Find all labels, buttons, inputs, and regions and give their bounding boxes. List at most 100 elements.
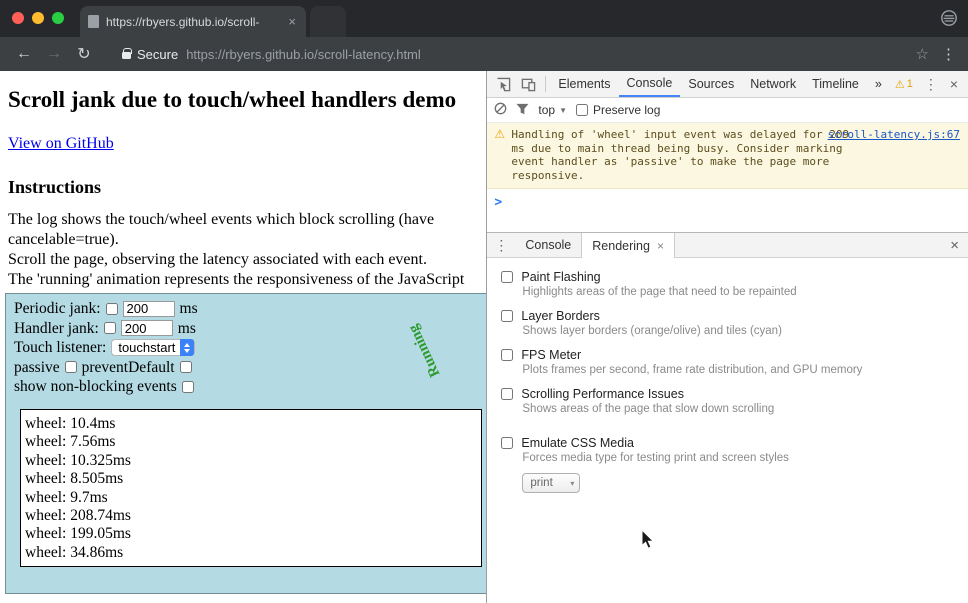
nonblocking-checkbox[interactable] [182,381,194,393]
handler-jank-checkbox[interactable] [104,322,116,334]
tab-sources[interactable]: Sources [680,71,742,97]
device-toolbar-icon[interactable] [516,71,541,97]
browser-window: https://rbyers.github.io/scroll- × ← → ↻… [0,0,968,603]
page-title: Scroll jank due to touch/wheel handlers … [8,87,478,113]
media-type-select[interactable]: print ▾ [522,473,580,493]
rendering-option: Paint Flashing Highlights areas of the p… [501,270,968,298]
paragraph-line: The 'running' animation represents the r… [8,271,464,288]
emulate-css-media-checkbox[interactable] [501,437,513,449]
devtools-close-icon[interactable]: × [944,71,964,97]
github-link[interactable]: View on GitHub [8,135,114,153]
browser-tab[interactable]: https://rbyers.github.io/scroll- × [80,6,306,37]
scrolling-performance-checkbox[interactable] [501,388,513,400]
handler-jank-input[interactable] [121,320,173,336]
preventdefault-checkbox[interactable] [180,361,192,373]
touch-listener-value: touchstart [118,340,175,355]
back-icon[interactable]: ← [12,45,36,63]
reload-icon[interactable]: ↻ [72,44,96,64]
clear-console-icon[interactable] [494,102,507,118]
forward-icon[interactable]: → [42,45,66,63]
log-line: wheel: 8.505ms [25,470,477,488]
touch-listener-select[interactable]: touchstart [111,339,195,356]
inspect-element-icon[interactable] [491,71,516,97]
option-title: FPS Meter [521,348,581,362]
url-text[interactable]: https://rbyers.github.io/scroll-latency.… [186,47,421,62]
periodic-jank-unit: ms [180,299,198,319]
passive-checkbox[interactable] [65,361,77,373]
paint-flashing-checkbox[interactable] [501,271,513,283]
execution-context-select[interactable]: top ▼ [538,103,567,117]
warning-count-badge[interactable]: ⚠ 1 [890,71,918,97]
warning-triangle-icon: ⚠ [895,78,905,91]
handler-jank-unit: ms [178,319,196,339]
periodic-jank-input[interactable] [123,301,175,317]
page-favicon-icon [88,15,99,28]
mac-fullscreen-button[interactable] [52,12,64,24]
touch-listener-label: Touch listener: [14,338,106,358]
option-title: Paint Flashing [521,270,600,284]
console-prompt[interactable]: > [487,189,968,232]
mouse-cursor-icon [641,529,655,555]
preserve-log-control: Preserve log [576,103,660,117]
tab-timeline[interactable]: Timeline [804,71,867,97]
address-bar: ← → ↻ Secure https://rbyers.github.io/sc… [0,37,968,71]
preserve-log-label: Preserve log [593,103,660,117]
periodic-jank-label: Periodic jank: [14,299,101,319]
console-warning-source-link[interactable]: scroll-latency.js:67 [828,128,960,142]
tab-network[interactable]: Network [742,71,804,97]
url-field[interactable]: Secure https://rbyers.github.io/scroll-l… [112,41,910,67]
devtools-menu-icon[interactable]: ⋮ [918,71,944,97]
log-line: wheel: 9.7ms [25,489,477,507]
layer-borders-checkbox[interactable] [501,310,513,322]
tab-console[interactable]: Console [619,71,681,97]
mac-close-button[interactable] [12,12,24,24]
log-line: wheel: 208.74ms [25,507,477,525]
tab-overflow-icon[interactable]: » [867,71,890,97]
devtools-panel: Elements Console Sources Network Timelin… [486,71,968,603]
drawer-tab-console[interactable]: Console [515,233,581,257]
execution-context-value: top [538,103,555,117]
rendering-panel: Paint Flashing Highlights areas of the p… [487,258,968,493]
paragraph-line: The log shows the touch/wheel events whi… [8,211,434,248]
mac-minimize-button[interactable] [32,12,44,24]
browser-menu-icon[interactable]: ⋮ [941,45,956,63]
inactive-tab[interactable] [310,6,346,37]
option-title: Emulate CSS Media [521,436,634,450]
paragraph-line: Scroll the page, observing the latency a… [8,251,427,268]
drawer-tab-close-icon[interactable]: × [657,239,664,253]
instructions-heading: Instructions [8,177,478,198]
log-line: wheel: 10.325ms [25,452,477,470]
instructions-paragraph: The log shows the touch/wheel events whi… [8,210,486,290]
passive-label: passive [14,358,60,378]
prompt-chevron-icon: > [494,195,502,210]
handler-jank-label: Handler jank: [14,319,99,339]
tab-elements[interactable]: Elements [550,71,618,97]
console-warning-icon: ⚠ [494,128,505,142]
rendering-option: FPS Meter Plots frames per second, frame… [501,348,968,376]
tab-close-icon[interactable]: × [286,14,298,29]
preserve-log-checkbox[interactable] [576,104,588,116]
option-desc: Forces media type for testing print and … [522,452,968,464]
traffic-lights [12,12,64,24]
chevron-down-icon: ▼ [559,106,567,115]
secure-label: Secure [137,47,178,62]
select-spinner-icon [180,339,194,356]
preventdefault-label: preventDefault [82,358,175,378]
demo-control-panel: Periodic jank: ms Handler jank: ms Touch… [5,293,486,594]
log-line: wheel: 7.56ms [25,433,477,451]
media-type-value: print [530,477,552,489]
drawer-tab-rendering[interactable]: Rendering × [581,233,675,258]
bookmark-star-icon[interactable]: ☆ [916,45,929,63]
lock-icon [122,52,131,59]
drawer-menu-icon[interactable]: ⋮ [487,233,515,257]
toolbar-divider [545,76,546,92]
tab-overview-icon[interactable] [940,9,958,32]
devtools-toolbar: Elements Console Sources Network Timelin… [487,71,968,98]
rendering-option: Emulate CSS Media Forces media type for … [501,436,968,493]
drawer-close-icon[interactable]: × [941,233,968,257]
tab-strip: https://rbyers.github.io/scroll- × [0,0,968,37]
periodic-jank-checkbox[interactable] [106,303,118,315]
fps-meter-checkbox[interactable] [501,349,513,361]
filter-icon[interactable] [516,103,529,118]
nonblocking-label: show non-blocking events [14,377,177,397]
